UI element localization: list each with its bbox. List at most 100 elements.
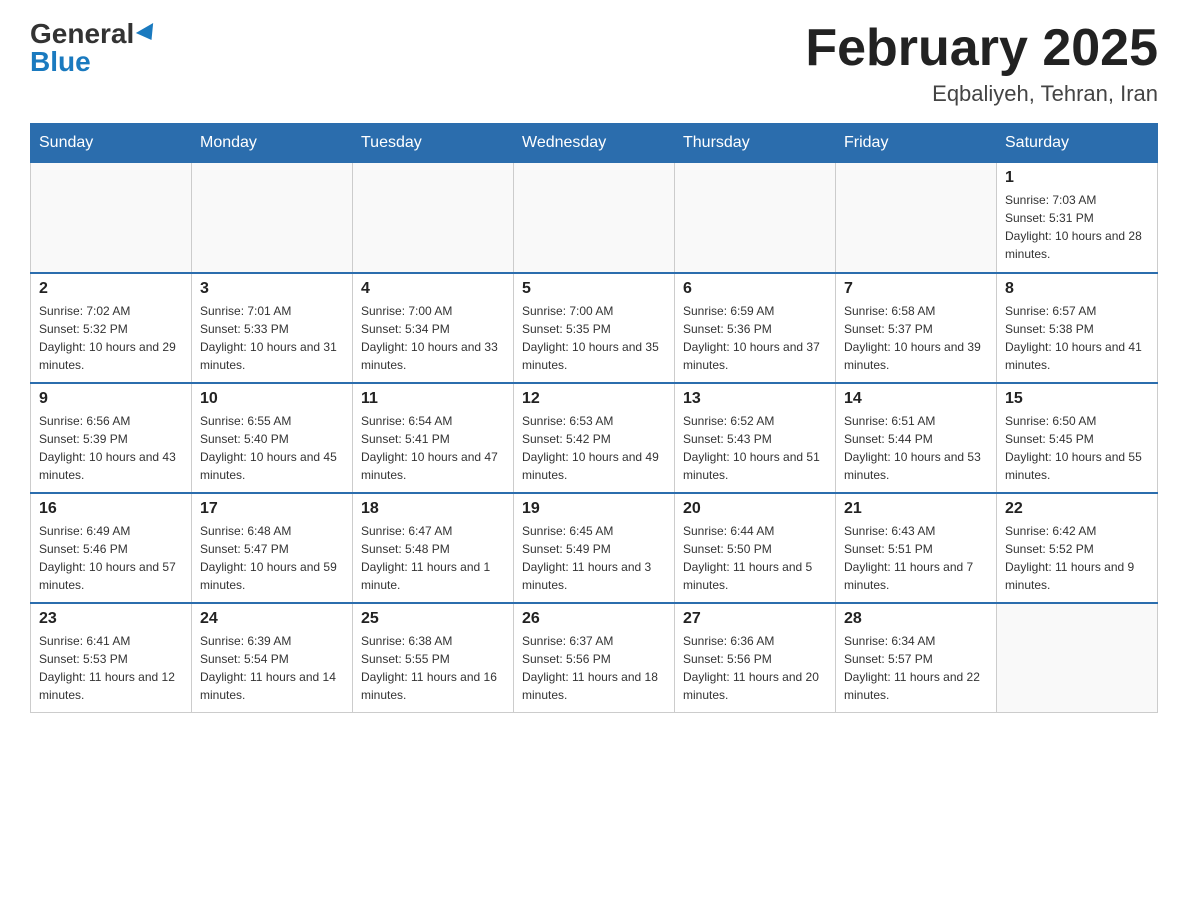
calendar-cell <box>997 603 1158 713</box>
calendar-cell <box>353 163 514 273</box>
day-info: Sunrise: 6:47 AMSunset: 5:48 PMDaylight:… <box>361 522 505 594</box>
day-number: 17 <box>200 500 344 518</box>
calendar-cell: 8 Sunrise: 6:57 AMSunset: 5:38 PMDaylight… <box>997 273 1158 383</box>
day-info: Sunrise: 6:38 AMSunset: 5:55 PMDaylight:… <box>361 632 505 704</box>
location-text: Eqbaliyeh, Tehran, Iran <box>805 81 1158 107</box>
day-number: 13 <box>683 390 827 408</box>
calendar-cell: 10 Sunrise: 6:55 AMSunset: 5:40 PMDayligh… <box>192 383 353 493</box>
logo-arrow-icon <box>136 23 160 45</box>
calendar-cell: 13Sunrise: 6:52 AMSunset: 5:43 PMDayligh… <box>675 383 836 493</box>
day-number: 6 <box>683 280 827 298</box>
weekday-header-monday: Monday <box>192 124 353 163</box>
day-info: Sunrise: 6:55 AMSunset: 5:40 PMDaylight:… <box>200 412 344 484</box>
day-number: 28 <box>844 610 988 628</box>
week-row-1: 1 Sunrise: 7:03 AMSunset: 5:31 PMDaylight… <box>31 163 1158 273</box>
day-number: 27 <box>683 610 827 628</box>
page-header: General Blue February 2025 Eqbaliyeh, Te… <box>30 20 1158 107</box>
weekday-header-tuesday: Tuesday <box>353 124 514 163</box>
day-info: Sunrise: 6:50 AMSunset: 5:45 PMDaylight:… <box>1005 412 1149 484</box>
day-info: Sunrise: 6:54 AMSunset: 5:41 PMDaylight:… <box>361 412 505 484</box>
calendar-cell <box>675 163 836 273</box>
day-number: 1 <box>1005 169 1149 187</box>
day-number: 14 <box>844 390 988 408</box>
day-info: Sunrise: 6:43 AMSunset: 5:51 PMDaylight:… <box>844 522 988 594</box>
day-info: Sunrise: 6:42 AMSunset: 5:52 PMDaylight:… <box>1005 522 1149 594</box>
calendar-cell: 28 Sunrise: 6:34 AMSunset: 5:57 PMDayligh… <box>836 603 997 713</box>
day-info: Sunrise: 6:57 AMSunset: 5:38 PMDaylight:… <box>1005 302 1149 374</box>
day-info: Sunrise: 7:00 AMSunset: 5:35 PMDaylight:… <box>522 302 666 374</box>
calendar-cell: 15 Sunrise: 6:50 AMSunset: 5:45 PMDayligh… <box>997 383 1158 493</box>
week-row-5: 23 Sunrise: 6:41 AMSunset: 5:53 PMDayligh… <box>31 603 1158 713</box>
week-row-3: 9 Sunrise: 6:56 AMSunset: 5:39 PMDaylight… <box>31 383 1158 493</box>
day-info: Sunrise: 6:59 AMSunset: 5:36 PMDaylight:… <box>683 302 827 374</box>
day-number: 22 <box>1005 500 1149 518</box>
day-info: Sunrise: 6:53 AMSunset: 5:42 PMDaylight:… <box>522 412 666 484</box>
calendar-cell: 26 Sunrise: 6:37 AMSunset: 5:56 PMDayligh… <box>514 603 675 713</box>
day-number: 3 <box>200 280 344 298</box>
calendar-cell <box>192 163 353 273</box>
calendar-cell: 2 Sunrise: 7:02 AMSunset: 5:32 PMDaylight… <box>31 273 192 383</box>
day-info: Sunrise: 6:49 AMSunset: 5:46 PMDaylight:… <box>39 522 183 594</box>
calendar-cell <box>31 163 192 273</box>
calendar-cell: 23 Sunrise: 6:41 AMSunset: 5:53 PMDayligh… <box>31 603 192 713</box>
calendar-cell: 27Sunrise: 6:36 AMSunset: 5:56 PMDayligh… <box>675 603 836 713</box>
calendar-cell: 17 Sunrise: 6:48 AMSunset: 5:47 PMDayligh… <box>192 493 353 603</box>
day-number: 23 <box>39 610 183 628</box>
month-title: February 2025 <box>805 20 1158 77</box>
calendar-cell: 14Sunrise: 6:51 AMSunset: 5:44 PMDayligh… <box>836 383 997 493</box>
calendar-cell <box>836 163 997 273</box>
calendar-table: SundayMondayTuesdayWednesdayThursdayFrid… <box>30 123 1158 713</box>
calendar-cell: 20 Sunrise: 6:44 AMSunset: 5:50 PMDayligh… <box>675 493 836 603</box>
calendar-cell: 21 Sunrise: 6:43 AMSunset: 5:51 PMDayligh… <box>836 493 997 603</box>
day-number: 21 <box>844 500 988 518</box>
day-number: 11 <box>361 390 505 408</box>
weekday-header-sunday: Sunday <box>31 124 192 163</box>
logo-blue-text: Blue <box>30 48 91 76</box>
day-number: 9 <box>39 390 183 408</box>
day-info: Sunrise: 6:37 AMSunset: 5:56 PMDaylight:… <box>522 632 666 704</box>
calendar-cell: 1 Sunrise: 7:03 AMSunset: 5:31 PMDaylight… <box>997 163 1158 273</box>
day-info: Sunrise: 6:39 AMSunset: 5:54 PMDaylight:… <box>200 632 344 704</box>
calendar-cell: 9 Sunrise: 6:56 AMSunset: 5:39 PMDaylight… <box>31 383 192 493</box>
day-info: Sunrise: 6:41 AMSunset: 5:53 PMDaylight:… <box>39 632 183 704</box>
day-info: Sunrise: 6:56 AMSunset: 5:39 PMDaylight:… <box>39 412 183 484</box>
calendar-cell: 4 Sunrise: 7:00 AMSunset: 5:34 PMDaylight… <box>353 273 514 383</box>
calendar-cell: 22 Sunrise: 6:42 AMSunset: 5:52 PMDayligh… <box>997 493 1158 603</box>
calendar-cell: 5 Sunrise: 7:00 AMSunset: 5:35 PMDaylight… <box>514 273 675 383</box>
week-row-2: 2 Sunrise: 7:02 AMSunset: 5:32 PMDaylight… <box>31 273 1158 383</box>
weekday-header-row: SundayMondayTuesdayWednesdayThursdayFrid… <box>31 124 1158 163</box>
calendar-cell: 3Sunrise: 7:01 AMSunset: 5:33 PMDaylight… <box>192 273 353 383</box>
weekday-header-saturday: Saturday <box>997 124 1158 163</box>
day-info: Sunrise: 6:48 AMSunset: 5:47 PMDaylight:… <box>200 522 344 594</box>
day-number: 10 <box>200 390 344 408</box>
calendar-cell: 24 Sunrise: 6:39 AMSunset: 5:54 PMDayligh… <box>192 603 353 713</box>
day-number: 16 <box>39 500 183 518</box>
day-info: Sunrise: 6:45 AMSunset: 5:49 PMDaylight:… <box>522 522 666 594</box>
day-number: 20 <box>683 500 827 518</box>
day-info: Sunrise: 7:02 AMSunset: 5:32 PMDaylight:… <box>39 302 183 374</box>
day-number: 24 <box>200 610 344 628</box>
day-info: Sunrise: 7:00 AMSunset: 5:34 PMDaylight:… <box>361 302 505 374</box>
weekday-header-friday: Friday <box>836 124 997 163</box>
logo-general-text: General <box>30 20 134 48</box>
day-number: 2 <box>39 280 183 298</box>
weekday-header-thursday: Thursday <box>675 124 836 163</box>
logo: General Blue <box>30 20 158 76</box>
day-info: Sunrise: 6:58 AMSunset: 5:37 PMDaylight:… <box>844 302 988 374</box>
day-number: 18 <box>361 500 505 518</box>
calendar-cell: 7Sunrise: 6:58 AMSunset: 5:37 PMDaylight… <box>836 273 997 383</box>
weekday-header-wednesday: Wednesday <box>514 124 675 163</box>
day-number: 12 <box>522 390 666 408</box>
day-number: 15 <box>1005 390 1149 408</box>
day-info: Sunrise: 7:03 AMSunset: 5:31 PMDaylight:… <box>1005 191 1149 263</box>
day-number: 5 <box>522 280 666 298</box>
day-number: 25 <box>361 610 505 628</box>
day-info: Sunrise: 6:44 AMSunset: 5:50 PMDaylight:… <box>683 522 827 594</box>
day-number: 26 <box>522 610 666 628</box>
day-info: Sunrise: 6:34 AMSunset: 5:57 PMDaylight:… <box>844 632 988 704</box>
week-row-4: 16 Sunrise: 6:49 AMSunset: 5:46 PMDayligh… <box>31 493 1158 603</box>
day-number: 4 <box>361 280 505 298</box>
calendar-cell <box>514 163 675 273</box>
title-block: February 2025 Eqbaliyeh, Tehran, Iran <box>805 20 1158 107</box>
day-number: 8 <box>1005 280 1149 298</box>
